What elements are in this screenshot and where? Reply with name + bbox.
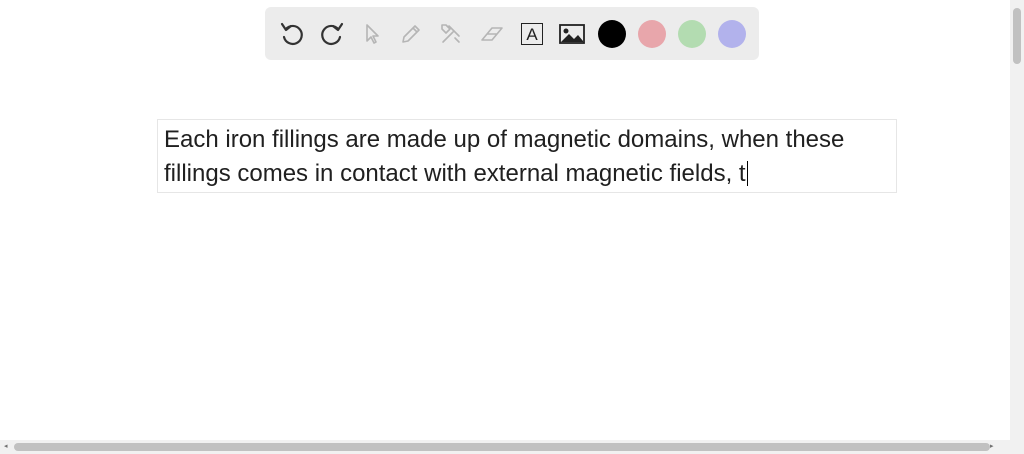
color-swatch-blue[interactable] <box>718 20 746 48</box>
tools-icon <box>441 24 460 43</box>
pencil-icon <box>402 25 420 43</box>
horizontal-scroll-thumb[interactable] <box>14 443 990 451</box>
scroll-left-arrow[interactable]: ◂ <box>4 440 8 454</box>
undo-icon <box>280 22 303 46</box>
text-box[interactable]: Each iron fillings are made up of magnet… <box>157 119 897 193</box>
toolbar: A <box>265 7 759 60</box>
image-button[interactable] <box>557 19 587 49</box>
color-swatch-black[interactable] <box>598 20 626 48</box>
text-cursor <box>746 161 749 186</box>
drawing-canvas[interactable]: Each iron fillings are made up of magnet… <box>0 0 1010 443</box>
vertical-scroll-thumb[interactable] <box>1013 8 1021 64</box>
color-swatch-green[interactable] <box>678 20 706 48</box>
pointer-icon <box>366 24 379 44</box>
text-line-1: Each iron fillings are made up of magnet… <box>164 126 845 153</box>
redo-icon <box>321 22 344 46</box>
redo-button[interactable] <box>317 19 347 49</box>
text-button[interactable]: A <box>517 19 547 49</box>
tools-button[interactable] <box>436 19 466 49</box>
pen-button[interactable] <box>396 19 426 49</box>
color-swatch-red[interactable] <box>638 20 666 48</box>
vertical-scrollbar[interactable] <box>1010 0 1024 440</box>
undo-button[interactable] <box>277 19 307 49</box>
scroll-right-arrow[interactable]: ▸ <box>990 440 994 454</box>
eraser-icon <box>481 27 503 41</box>
horizontal-scrollbar[interactable]: ◂ ▸ <box>0 440 1024 454</box>
text-box-icon: A <box>521 23 543 45</box>
eraser-button[interactable] <box>477 19 507 49</box>
text-line-2: fillings comes in contact with external … <box>164 160 749 188</box>
image-icon <box>559 24 585 44</box>
select-button[interactable] <box>357 19 387 49</box>
